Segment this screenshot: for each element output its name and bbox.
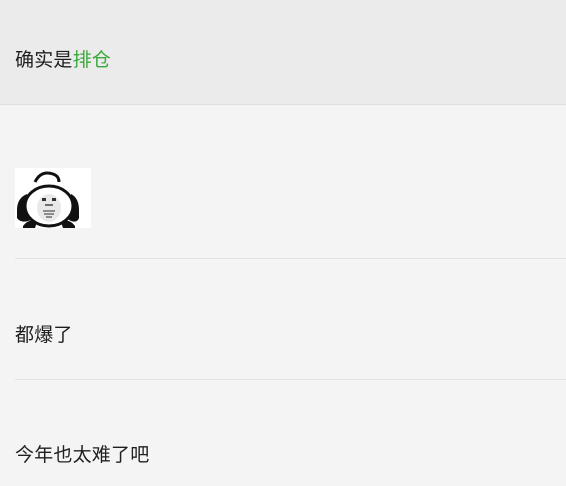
message-text: 都爆了 xyxy=(15,324,73,346)
message-feed: 确实是排仓 都爆了 今年也太难了吧 xyxy=(0,0,566,486)
panda-meme-sticker[interactable] xyxy=(15,168,91,228)
message-text: 今年也太难了吧 xyxy=(15,444,150,466)
message-item[interactable]: 今年也太难了吧 xyxy=(0,380,566,486)
highlighted-keyword-link[interactable]: 排仓 xyxy=(73,49,111,71)
message-item[interactable]: 确实是排仓 xyxy=(0,0,566,105)
message-item[interactable]: 都爆了 xyxy=(0,259,566,380)
panda-meme-icon xyxy=(15,168,91,228)
message-item[interactable] xyxy=(0,105,566,259)
message-text: 确实是排仓 xyxy=(15,48,111,72)
message-text-prefix: 确实是 xyxy=(15,49,73,71)
